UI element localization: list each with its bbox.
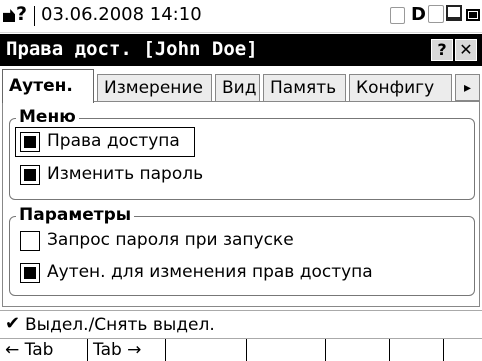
password-on-start-label: Запрос пароля при запуске xyxy=(47,230,294,250)
softkey-4[interactable] xyxy=(247,339,326,361)
tab-memory[interactable]: Память xyxy=(263,74,346,102)
tab-strip: Аутен. Измерение Вид Память Конфигу ▸ xyxy=(0,66,482,103)
change-password-checkbox[interactable] xyxy=(20,165,40,185)
status-bar: ? 03.06.2008 14:10 D xyxy=(0,0,482,33)
option-auth-for-rights-change[interactable]: Аутен. для изменения прав доступа xyxy=(20,260,460,286)
window-title: Права дост. [John Doe] xyxy=(6,38,258,60)
datetime: 03.06.2008 14:10 xyxy=(41,4,202,25)
auth-for-rights-change-label: Аутен. для изменения прав доступа xyxy=(47,262,373,282)
help-button[interactable]: ? xyxy=(431,39,453,61)
hint-text: Выдел./Снять выдел. xyxy=(25,315,215,335)
softkey-bar: ← Tab Tab → xyxy=(0,338,482,361)
network-icon xyxy=(446,5,462,21)
title-bar: Права дост. [John Doe] ? ✕ xyxy=(0,34,482,66)
menu-group: Меню Права доступа Изменить пароль xyxy=(9,107,475,200)
password-on-start-checkbox[interactable] xyxy=(20,231,40,251)
softkey-6[interactable] xyxy=(390,339,444,361)
access-rights-label: Права доступа xyxy=(47,131,180,151)
close-button[interactable]: ✕ xyxy=(455,39,477,61)
keyboard-icon[interactable] xyxy=(3,9,15,22)
document-icon xyxy=(390,7,405,24)
tab-auth[interactable]: Аутен. xyxy=(2,69,94,103)
tab-config[interactable]: Конфигу xyxy=(349,74,452,102)
access-rights-checkbox[interactable] xyxy=(20,132,40,152)
params-group-title: Параметры xyxy=(16,205,135,225)
tab-scroll-right-icon[interactable]: ▸ xyxy=(455,74,480,101)
change-password-label: Изменить пароль xyxy=(47,164,204,184)
option-access-rights[interactable]: Права доступа xyxy=(20,129,320,155)
option-password-on-start[interactable]: Запрос пароля при запуске xyxy=(20,228,460,254)
softkey-7[interactable] xyxy=(444,339,482,361)
battery-icon xyxy=(466,9,480,21)
help-indicator[interactable]: ? xyxy=(16,3,27,25)
d-indicator: D xyxy=(411,4,426,25)
printer-icon xyxy=(428,5,444,23)
hint-bar: ✔ Выдел./Снять выдел. xyxy=(0,310,482,338)
auth-panel: Меню Права доступа Изменить пароль Парам… xyxy=(2,101,480,307)
params-group: Параметры Запрос пароля при запуске Ауте… xyxy=(9,205,475,296)
tab-view[interactable]: Вид xyxy=(215,74,260,102)
softkey-tab-prev[interactable]: ← Tab xyxy=(0,339,88,361)
check-icon: ✔ xyxy=(5,313,21,334)
menu-group-title: Меню xyxy=(16,107,79,127)
softkey-3[interactable] xyxy=(166,339,247,361)
option-change-password[interactable]: Изменить пароль xyxy=(20,162,320,188)
softkey-5[interactable] xyxy=(326,339,390,361)
auth-for-rights-change-checkbox[interactable] xyxy=(20,263,40,283)
divider xyxy=(34,6,35,26)
softkey-tab-next[interactable]: Tab → xyxy=(88,339,166,361)
tab-measurement[interactable]: Измерение xyxy=(97,74,212,102)
